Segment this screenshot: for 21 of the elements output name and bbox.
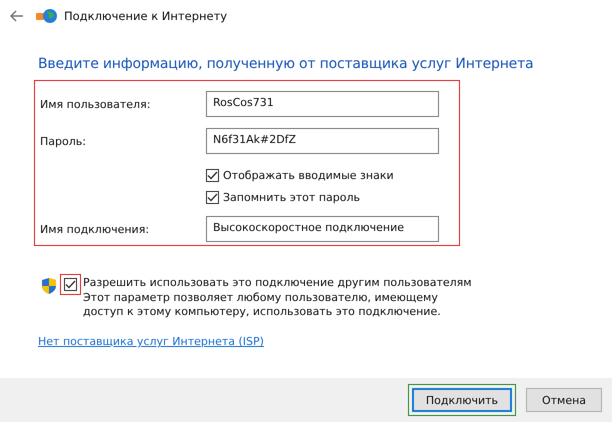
input-field[interactable]: Высокоскоростное подключение <box>206 216 439 242</box>
checkbox-label: Отображать вводимые знаки <box>223 168 394 182</box>
connect-button[interactable]: Подключить <box>412 388 512 412</box>
window-title: Подключение к Интернету <box>64 9 228 23</box>
description-text: Этот параметр позволяет любому пользователю, имеющему доступ к этому компьютеру, использовать это подключение. <box>83 291 442 319</box>
back-icon[interactable] <box>10 10 24 22</box>
heading: Введите информацию, полученную от поставщика услуг Интернета <box>38 56 534 72</box>
checkbox-label: Разрешить использовать это подключение другим пользователям <box>83 276 473 289</box>
shield-icon <box>42 278 56 294</box>
field-label: Имя пользователя: <box>39 98 152 110</box>
checkbox[interactable] <box>64 278 77 291</box>
isp-link[interactable]: Нет поставщика услуг Интернета (ISP) <box>38 335 264 348</box>
globe-icon <box>36 8 58 24</box>
checkbox[interactable] <box>206 190 219 204</box>
field-label: Имя подключения: <box>39 222 150 236</box>
input-field[interactable]: N6f31Ak#2DfZ <box>206 128 439 154</box>
checkbox-label: Запомнить этот пароль <box>223 190 360 204</box>
checkbox[interactable] <box>206 168 219 182</box>
cancel-button[interactable]: Отмена <box>526 388 602 412</box>
input-field[interactable]: RosCos731 <box>206 91 439 117</box>
field-label: Пароль: <box>39 134 87 148</box>
